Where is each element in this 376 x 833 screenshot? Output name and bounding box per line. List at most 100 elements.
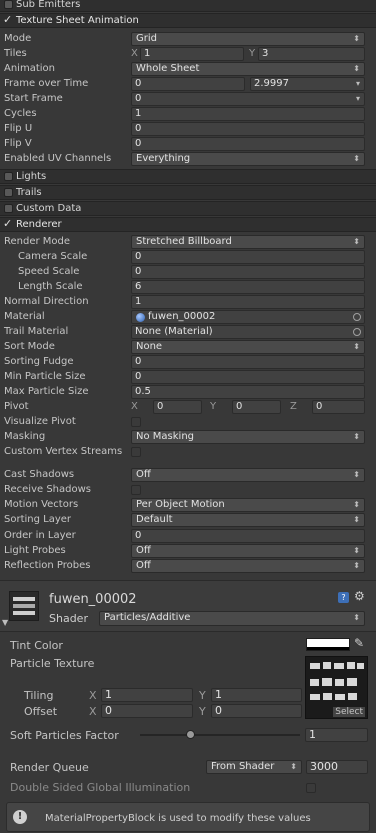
dropdown-arrow-icon: ▾ [355, 94, 360, 103]
dropdown-arrow-icon: ⬍ [353, 154, 360, 163]
foldout-arrow-icon[interactable]: ▼ [2, 618, 8, 627]
mode-dropdown[interactable]: Grid ⬍ [131, 32, 365, 46]
tiles-x-field[interactable]: 1 [140, 47, 244, 61]
module-enable-checkbox[interactable] [4, 172, 13, 181]
flip-u-label: Flip U [4, 123, 33, 134]
material-header: fuwen_00002 Shader Particles/Additive ⬍ … [0, 581, 376, 631]
trail-material-field[interactable]: None (Material) [131, 325, 365, 339]
module-enable-checkbox[interactable] [4, 204, 13, 213]
section-divider [0, 631, 376, 632]
masking-dropdown[interactable]: No Masking ⬍ [131, 430, 365, 444]
object-picker-icon[interactable] [353, 313, 361, 321]
sorting-layer-dropdown[interactable]: Default ⬍ [131, 513, 365, 527]
frame-over-time-max-field[interactable]: 2.9997 ▾ [250, 77, 365, 91]
module-enable-checkbox[interactable] [4, 188, 13, 197]
animation-dropdown[interactable]: Whole Sheet ⬍ [131, 62, 365, 76]
module-renderer[interactable]: ✓ Renderer [0, 217, 376, 232]
length-scale-field[interactable]: 6 [131, 280, 365, 294]
offset-y-field[interactable]: 0 [211, 704, 302, 718]
module-trails[interactable]: Trails [0, 185, 376, 200]
pivot-z-field[interactable]: 0 [312, 400, 365, 414]
material-sphere-icon [136, 313, 145, 322]
order-in-layer-field[interactable]: 0 [131, 529, 365, 543]
shader-dropdown[interactable]: Particles/Additive ⬍ [99, 611, 365, 626]
eyedropper-icon[interactable]: ✎ [354, 636, 364, 650]
checkmark-icon[interactable]: ✓ [3, 217, 12, 230]
dropdown-arrow-icon: ⬍ [353, 500, 360, 509]
tiles-y-axis: Y [249, 48, 256, 59]
cycles-field[interactable]: 1 [131, 107, 365, 121]
pivot-y-field[interactable]: 0 [232, 400, 281, 414]
speed-scale-field[interactable]: 0 [131, 265, 365, 279]
uv-channels-label: Enabled UV Channels [4, 153, 112, 164]
frame-over-time-min-field[interactable]: 0 [131, 77, 245, 91]
object-picker-icon[interactable] [353, 328, 361, 336]
mode-label: Mode [4, 33, 32, 44]
flip-v-label: Flip V [4, 138, 32, 149]
cast-shadows-label: Cast Shadows [4, 469, 75, 480]
tiles-y-field[interactable]: 3 [258, 47, 365, 61]
speed-scale-label: Speed Scale [18, 266, 80, 277]
pivot-x-field[interactable]: 0 [153, 400, 202, 414]
soft-particles-slider-thumb[interactable] [186, 730, 196, 739]
double-sided-gi-checkbox[interactable] [306, 783, 316, 793]
light-probes-label: Light Probes [4, 545, 66, 556]
module-enable-checkbox[interactable] [4, 0, 13, 9]
custom-vertex-row: Custom Vertex Streams [0, 445, 376, 460]
receive-shadows-row: Receive Shadows [0, 483, 376, 498]
material-label: Material [4, 311, 45, 322]
sorting-fudge-label: Sorting Fudge [4, 356, 74, 367]
min-particle-field[interactable]: 0 [131, 370, 365, 384]
cycles-label: Cycles [4, 108, 37, 119]
render-mode-label: Render Mode [4, 236, 71, 247]
module-custom-data[interactable]: Custom Data [0, 201, 376, 216]
camera-scale-field[interactable]: 0 [131, 250, 365, 264]
tiling-x-field[interactable]: 1 [101, 688, 193, 702]
uv-channels-dropdown[interactable]: Everything ⬍ [131, 152, 365, 166]
soft-particles-slider-track[interactable] [140, 734, 300, 736]
help-book-icon[interactable]: ? [338, 592, 349, 603]
module-sub-emitters[interactable]: Sub Emitters [0, 0, 376, 12]
uv-channels-row: Enabled UV Channels Everything ⬍ [0, 152, 376, 167]
module-texture-sheet-animation[interactable]: ✓ Texture Sheet Animation [0, 13, 376, 28]
tint-color-swatch[interactable] [306, 638, 350, 651]
start-frame-value: 0 [135, 93, 142, 104]
checkmark-icon[interactable]: ✓ [3, 13, 12, 26]
start-frame-field[interactable]: 0 ▾ [131, 92, 365, 106]
light-probes-dropdown[interactable]: Off ⬍ [131, 544, 365, 558]
flip-u-field[interactable]: 0 [131, 122, 365, 136]
pivot-x-axis: X [131, 401, 138, 412]
max-particle-field[interactable]: 0.5 [131, 385, 365, 399]
material-name: fuwen_00002 [49, 592, 137, 607]
render-queue-field[interactable]: 3000 [306, 760, 368, 774]
cast-shadows-dropdown[interactable]: Off ⬍ [131, 468, 365, 482]
reflection-probes-dropdown[interactable]: Off ⬍ [131, 559, 365, 573]
tiling-y-field[interactable]: 1 [211, 688, 302, 702]
receive-shadows-checkbox[interactable] [131, 485, 141, 495]
render-queue-mode-dropdown[interactable]: From Shader ⬍ [206, 760, 302, 774]
max-particle-label: Max Particle Size [4, 386, 89, 397]
gear-icon[interactable]: ⚙ [354, 589, 365, 603]
sort-mode-dropdown[interactable]: None ⬍ [131, 340, 365, 354]
motion-vectors-dropdown[interactable]: Per Object Motion ⬍ [131, 498, 365, 512]
module-title: Texture Sheet Animation [16, 15, 139, 26]
offset-x-field[interactable]: 0 [101, 704, 193, 718]
module-title: Renderer [16, 219, 62, 230]
module-lights[interactable]: Lights [0, 169, 376, 184]
flip-v-field[interactable]: 0 [131, 137, 365, 151]
texture-select-button[interactable]: Select [333, 707, 365, 717]
tiling-label: Tiling [24, 689, 54, 702]
dropdown-arrow-icon: ⬍ [353, 561, 360, 570]
uv-channels-value: Everything [136, 153, 191, 164]
visualize-pivot-checkbox[interactable] [131, 417, 141, 427]
normal-direction-field[interactable]: 1 [131, 295, 365, 309]
soft-particles-field[interactable]: 1 [305, 728, 368, 742]
dropdown-arrow-icon: ⬍ [353, 64, 360, 73]
tiling-x-axis: X [89, 689, 97, 702]
visualize-pivot-row: Visualize Pivot [0, 415, 376, 430]
custom-vertex-checkbox[interactable] [131, 447, 141, 457]
sorting-fudge-field[interactable]: 0 [131, 355, 365, 369]
texture-slot[interactable]: Select [305, 656, 368, 719]
render-mode-dropdown[interactable]: Stretched Billboard ⬍ [131, 235, 365, 249]
material-field[interactable]: fuwen_00002 [131, 310, 365, 324]
